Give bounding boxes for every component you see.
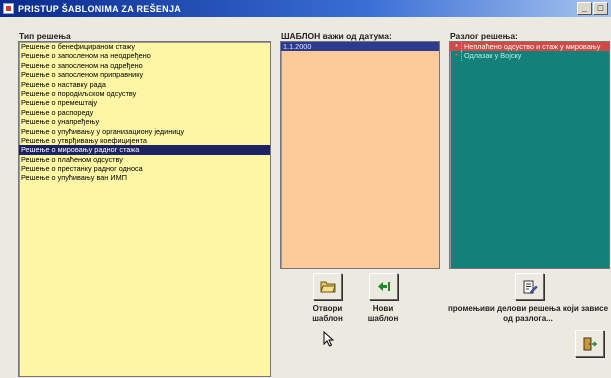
list-item[interactable]: Решење о запосленом на одређено <box>19 61 270 70</box>
reason-list[interactable]: * Неплаћено одсуство и стаж у мировању * Од… <box>449 41 610 269</box>
list-item[interactable]: Решење о наставку рада <box>19 80 270 89</box>
date-list[interactable]: 1.1.2000 <box>280 41 440 269</box>
exit-button[interactable] <box>575 330 604 357</box>
open-template-caption: Отвори шаблон <box>312 304 343 323</box>
mouse-pointer-icon <box>323 331 334 347</box>
list-item[interactable]: Решење о запосленом на неодређено <box>19 51 270 60</box>
date-list-header: ШАБЛОН важи од датума: <box>281 31 392 41</box>
list-item[interactable]: Решење о мировању радног стажа <box>19 145 270 155</box>
open-folder-icon <box>319 281 336 293</box>
list-item[interactable]: Решење о премештају <box>19 98 270 107</box>
list-item[interactable]: Решење о распореду <box>19 108 270 117</box>
list-item[interactable]: Решење о породиљском одсуству <box>19 89 270 98</box>
list-item[interactable]: Решење о престанку радног односа <box>19 164 270 173</box>
window-controls: _ □ <box>577 2 608 15</box>
title-bar: PRISTUP ŠABLONIMA ZA REŠENJA _ □ <box>0 0 611 17</box>
minimize-button[interactable]: _ <box>577 2 592 15</box>
list-item[interactable]: Решење о плаћеном одсуству <box>19 155 270 164</box>
list-item[interactable]: 1.1.2000 <box>281 42 439 52</box>
new-template-caption: Нови шаблон <box>367 304 399 323</box>
list-item[interactable]: Решење о унапређењу <box>19 117 270 126</box>
exit-door-icon <box>583 337 597 350</box>
edit-parts-caption: промењиви делови решења који зависе од р… <box>447 304 609 323</box>
window-title: PRISTUP ŠABLONIMA ZA REŠENJA <box>18 3 182 14</box>
edit-document-icon <box>523 280 538 293</box>
maximize-button[interactable]: □ <box>593 2 608 15</box>
reason-list-header: Разлог решења: <box>450 31 518 41</box>
row-marker: * <box>455 42 458 51</box>
list-item-label: Одлазак у Војску <box>461 51 521 61</box>
list-item[interactable]: Решење о упућивању у организациону једин… <box>19 127 270 136</box>
list-item[interactable]: Решење о упућивању ван ИМП <box>19 173 270 182</box>
open-template-button[interactable] <box>313 273 342 300</box>
new-template-button[interactable] <box>369 273 398 300</box>
type-list[interactable]: Решење о бенефицираном стажу Решење о зап… <box>18 41 271 377</box>
edit-parts-button[interactable] <box>515 273 544 300</box>
new-arrow-icon <box>377 282 390 291</box>
list-item-label: Неплаћено одсуство и стаж у мировању <box>461 42 600 52</box>
list-item[interactable]: Решење о бенефицираном стажу <box>19 42 270 51</box>
list-item[interactable]: * Одлазак у Војску <box>450 51 609 61</box>
list-item[interactable]: * Неплаћено одсуство и стаж у мировању <box>450 42 609 52</box>
list-item[interactable]: Решење о утврђивању коефицијента <box>19 136 270 145</box>
app-icon <box>3 3 14 14</box>
type-list-header: Тип решења <box>19 31 71 41</box>
row-marker: * <box>455 51 458 61</box>
list-item[interactable]: Решење о запосленом приправнику <box>19 70 270 79</box>
